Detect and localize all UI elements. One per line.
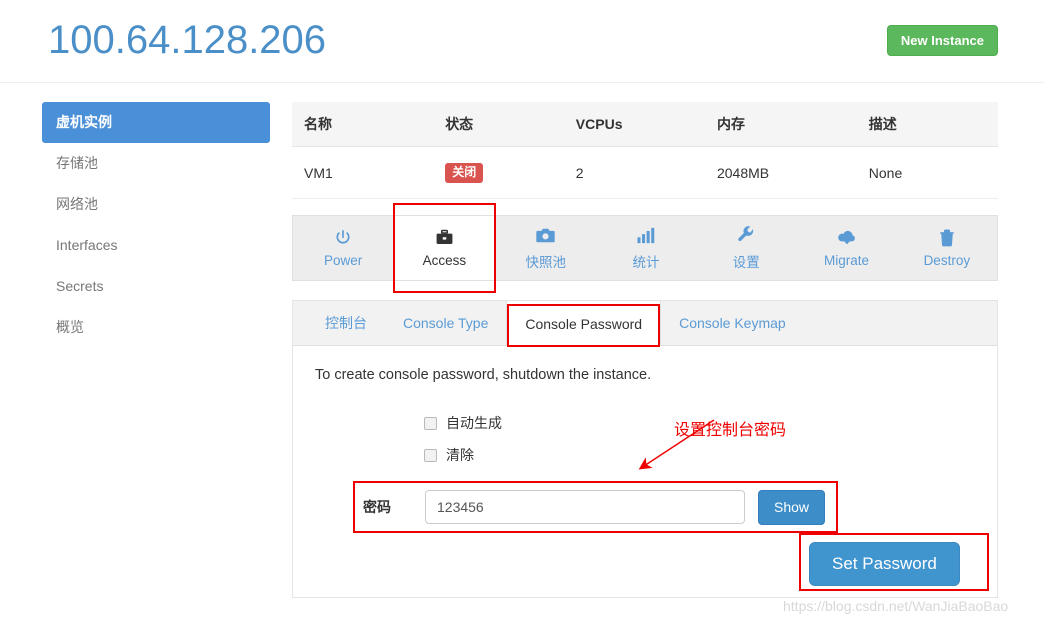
tab-console-password-label: Console Password: [525, 315, 643, 332]
callout-text: 设置控制台密码: [674, 422, 787, 439]
checkbox-row-clear[interactable]: 清除: [424, 445, 502, 465]
watermark-text: https://blog.csdn.net/WanJiaBaoBao: [783, 598, 1009, 614]
checkbox-row-auto-generate[interactable]: 自动生成: [424, 413, 502, 433]
checkbox-group: 自动生成 清除: [424, 413, 502, 477]
console-tab-strip: 控制台 Console Type Console Password Consol…: [293, 301, 997, 347]
cloud-download-icon: [837, 228, 857, 247]
wrench-icon: [737, 226, 755, 245]
action-tab-destroy[interactable]: Destroy: [897, 216, 997, 280]
sidebar-item-secrets[interactable]: Secrets: [42, 266, 270, 307]
cell-instance-name[interactable]: VM1: [292, 146, 434, 199]
password-row: 密码 Show: [353, 481, 838, 533]
cell-instance-description: None: [856, 146, 998, 199]
sidebar-item-storage-pool[interactable]: 存储池: [42, 143, 270, 184]
console-panel: 控制台 Console Type Console Password Consol…: [292, 300, 998, 598]
tab-console-keymap[interactable]: Console Keymap: [661, 301, 804, 345]
password-input[interactable]: [425, 490, 745, 524]
form-note: To create console password, shutdown the…: [315, 367, 652, 383]
column-header-name: 名称: [292, 102, 434, 147]
action-tab-label: Power: [324, 253, 363, 268]
status-badge: 关闭: [445, 162, 484, 183]
trash-icon: [939, 228, 955, 247]
cell-instance-memory: 2048MB: [704, 146, 857, 199]
sidebar-item-vm-instances[interactable]: 虚机实例: [42, 102, 270, 143]
column-header-memory: 内存: [704, 102, 857, 147]
sidebar-item-interfaces[interactable]: Interfaces: [42, 225, 270, 266]
column-header-state: 状态: [433, 102, 564, 147]
instance-table: 名称 状态 VCPUs 内存 描述 VM1 关闭 2 2048MB None: [292, 102, 998, 199]
action-tab-settings[interactable]: 设置: [696, 216, 796, 280]
action-tab-statistics[interactable]: 统计: [596, 216, 696, 280]
column-header-description: 描述: [856, 102, 998, 147]
sidebar-item-network-pool[interactable]: 网络池: [42, 184, 270, 225]
action-tab-label: 统计: [632, 254, 660, 270]
camera-icon: [536, 226, 555, 245]
action-tab-label: 快照池: [525, 254, 566, 270]
briefcase-icon: [435, 228, 454, 247]
action-tab-access[interactable]: Access: [393, 203, 496, 293]
action-tab-snapshot-pool[interactable]: 快照池: [496, 216, 596, 280]
cell-instance-vcpus: 2: [563, 146, 705, 199]
page-title: 100.64.128.206: [48, 18, 327, 62]
action-tab-label: Destroy: [923, 253, 971, 268]
action-tab-power[interactable]: Power: [293, 216, 393, 280]
table-header-row: 名称 状态 VCPUs 内存 描述: [292, 102, 998, 147]
instance-action-toolbar: Power Access 快照池 统计 设置 Migrate Destroy: [292, 203, 998, 293]
sidebar-item-overview[interactable]: 概览: [42, 307, 270, 348]
tab-console-password[interactable]: Console Password: [506, 301, 662, 347]
clear-label: 清除: [446, 447, 474, 463]
auto-generate-label: 自动生成: [446, 415, 502, 431]
set-password-button[interactable]: Set Password: [809, 542, 960, 586]
auto-generate-checkbox[interactable]: [424, 416, 437, 430]
password-label: 密码: [363, 499, 391, 515]
cell-instance-state: 关闭: [433, 146, 564, 199]
show-password-button[interactable]: Show: [758, 489, 826, 525]
clear-checkbox[interactable]: [424, 448, 437, 462]
table-row[interactable]: VM1 关闭 2 2048MB None: [292, 146, 998, 199]
header-divider: [0, 82, 1044, 83]
tab-console-type[interactable]: Console Type: [385, 301, 506, 345]
new-instance-button[interactable]: New Instance: [886, 25, 998, 56]
action-tab-label: 设置: [732, 254, 760, 270]
access-highlight-box: [393, 203, 496, 293]
bar-chart-icon: [637, 226, 655, 245]
tab-console[interactable]: 控制台: [307, 301, 385, 345]
action-tab-label: Access: [422, 253, 467, 268]
action-tab-label: Migrate: [824, 253, 870, 268]
action-tab-migrate[interactable]: Migrate: [796, 216, 896, 280]
app-root: 100.64.128.206 New Instance 虚机实例 存储池 网络池…: [0, 0, 1044, 624]
power-icon: [334, 228, 352, 247]
column-header-vcpus: VCPUs: [563, 102, 705, 147]
sidebar: 虚机实例 存储池 网络池 Interfaces Secrets 概览: [42, 102, 270, 348]
